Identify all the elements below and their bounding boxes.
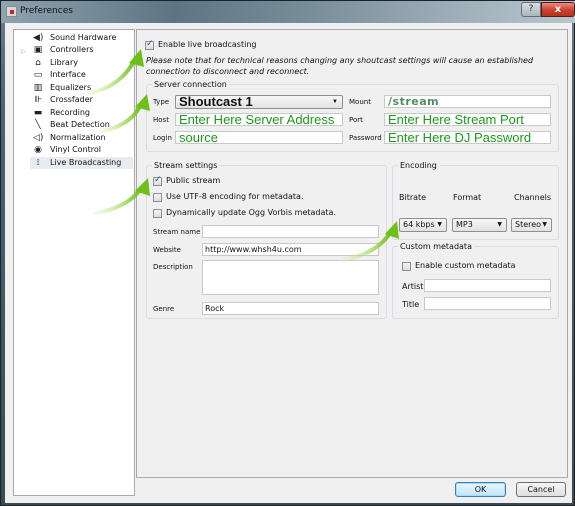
format-label: Format — [453, 193, 482, 202]
dialog-body: ◀) Sound Hardware ▷ ▣ Controllers ⌂ Libr… — [5, 23, 572, 503]
cancel-button[interactable]: Cancel — [516, 482, 566, 497]
speaker-icon: ◀) — [33, 33, 44, 43]
enable-custom-metadata-checkbox[interactable] — [402, 262, 411, 271]
stream-settings-title: Stream settings — [152, 161, 220, 171]
preferences-window: Preferences ? x ◀) Sound Hardware ▷ ▣ Co… — [0, 0, 575, 506]
ogg-vorbis-metadata-checkbox[interactable] — [153, 209, 162, 218]
nav-item-beat-detection[interactable]: ╲ Beat Detection — [14, 119, 134, 131]
custom-metadata-title: Custom metadata — [398, 242, 474, 252]
login-label: Login — [153, 134, 172, 142]
equalizer-icon: ▥ — [33, 83, 43, 93]
chevron-down-icon: ▼ — [497, 221, 502, 228]
ogg-vorbis-metadata-label[interactable]: Dynamically update Ogg Vorbis metadata. — [166, 208, 336, 217]
port-label: Port — [349, 116, 363, 124]
custom-metadata-group: Custom metadata Enable custom metadata A… — [392, 242, 559, 319]
nav-item-interface[interactable]: ▭ Interface — [14, 69, 134, 81]
type-label: Type — [153, 98, 170, 106]
title-bar[interactable]: Preferences ? x — [1, 1, 575, 23]
description-textarea[interactable] — [202, 260, 379, 295]
website-label: Website — [153, 246, 181, 254]
server-connection-group: Server connection Type Shoutcast 1 ▼ Hos… — [146, 80, 559, 152]
login-input[interactable]: source — [175, 131, 343, 144]
title-input[interactable] — [424, 297, 551, 310]
genre-input[interactable]: Rock — [202, 302, 379, 315]
satellite-dish-icon: ⟟ — [36, 158, 40, 168]
enable-live-broadcasting-checkbox[interactable] — [145, 39, 154, 50]
channels-label: Channels — [514, 193, 552, 202]
beat-detection-icon: ╲ — [35, 120, 41, 130]
app-icon — [6, 6, 17, 17]
recording-icon: ▬ — [33, 108, 43, 118]
normalization-icon: ◁) — [33, 133, 44, 143]
bitrate-select[interactable]: 64 kbps ▼ — [399, 218, 447, 232]
nav-item-equalizers[interactable]: ▥ Equalizers — [14, 82, 134, 94]
public-stream-checkbox[interactable] — [153, 175, 162, 186]
genre-label: Genre — [153, 305, 175, 313]
help-button[interactable]: ? — [521, 2, 541, 17]
live-broadcasting-page: Enable live broadcasting Please note tha… — [136, 29, 568, 478]
password-label: Password — [349, 134, 382, 142]
stream-settings-group: Stream settings Public stream Use UTF-8 … — [146, 161, 387, 319]
public-stream-label[interactable]: Public stream — [166, 176, 220, 185]
controller-icon: ▣ — [33, 45, 43, 55]
monitor-icon: ▭ — [33, 70, 43, 80]
chevron-down-icon: ▼ — [332, 99, 338, 105]
mount-label: Mount — [349, 98, 371, 106]
artist-input[interactable] — [424, 279, 551, 292]
chevron-down-icon: ▼ — [542, 221, 547, 228]
close-button[interactable]: x — [541, 2, 575, 17]
bitrate-label: Bitrate — [399, 193, 427, 202]
utf8-metadata-label[interactable]: Use UTF-8 encoding for metadata. — [166, 192, 304, 201]
nav-item-crossfader[interactable]: ⊪ Crossfader — [14, 94, 134, 106]
stream-name-input[interactable] — [202, 225, 379, 238]
type-select[interactable]: Shoutcast 1 ▼ — [175, 95, 343, 109]
nav-item-vinyl-control[interactable]: ◉ Vinyl Control — [14, 144, 134, 156]
host-label: Host — [153, 116, 169, 124]
library-icon: ⌂ — [35, 58, 41, 68]
enable-custom-metadata-label[interactable]: Enable custom metadata — [415, 261, 516, 270]
stream-name-label: Stream name — [153, 228, 201, 236]
password-input[interactable]: Enter Here DJ Password — [384, 131, 551, 144]
server-connection-title: Server connection — [152, 80, 229, 90]
title-label: Title — [402, 300, 420, 309]
nav-item-sound-hardware[interactable]: ◀) Sound Hardware — [14, 32, 134, 44]
port-input[interactable]: Enter Here Stream Port — [384, 113, 551, 126]
channels-select[interactable]: Stereo ▼ — [511, 218, 552, 232]
nav-item-recording[interactable]: ▬ Recording — [14, 107, 134, 119]
nav-item-live-broadcasting[interactable]: ⟟ Live Broadcasting — [30, 157, 133, 169]
format-select[interactable]: MP3 ▼ — [452, 218, 507, 232]
preferences-nav-tree[interactable]: ◀) Sound Hardware ▷ ▣ Controllers ⌂ Libr… — [13, 29, 135, 496]
nav-item-normalization[interactable]: ◁) Normalization — [14, 132, 134, 144]
shoutcast-note: Please note that for technical reasons c… — [146, 56, 534, 76]
host-input[interactable]: Enter Here Server Address — [175, 113, 343, 126]
vinyl-icon: ◉ — [34, 145, 42, 155]
ok-button[interactable]: OK — [455, 482, 506, 497]
encoding-group: Encoding Bitrate Format Channels 64 kbps… — [392, 161, 559, 240]
chevron-down-icon: ▼ — [437, 221, 442, 228]
encoding-title: Encoding — [398, 161, 439, 171]
mount-input[interactable]: /stream — [384, 95, 551, 108]
enable-live-broadcasting-label[interactable]: Enable live broadcasting — [158, 40, 256, 49]
website-input[interactable]: http://www.whsh4u.com — [202, 243, 379, 256]
nav-item-library[interactable]: ⌂ Library — [14, 57, 134, 69]
crossfader-icon: ⊪ — [34, 95, 42, 105]
nav-item-controllers[interactable]: ▷ ▣ Controllers — [14, 44, 134, 56]
artist-label: Artist — [402, 282, 424, 291]
window-title: Preferences — [20, 6, 73, 16]
utf8-metadata-checkbox[interactable] — [153, 193, 162, 202]
description-label: Description — [153, 263, 193, 271]
